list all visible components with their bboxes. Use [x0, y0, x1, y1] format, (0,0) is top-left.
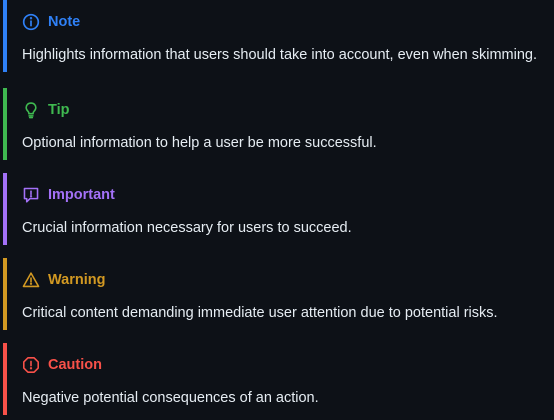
alert-body-tip: Optional information to help a user be m… [22, 135, 377, 151]
alert-tip: Tip Optional information to help a user … [3, 88, 554, 160]
alert-note: Note Highlights information that users s… [3, 0, 554, 72]
alert-title-label: Caution [48, 357, 102, 373]
alert-body-caution: Negative potential consequences of an ac… [22, 390, 319, 406]
alert-title-label: Important [48, 187, 115, 203]
alert-body-important: Crucial information necessary for users … [22, 220, 352, 236]
alert-important: Important Crucial information necessary … [3, 173, 554, 245]
alert-body-note: Highlights information that users should… [22, 47, 538, 63]
lightbulb-icon [22, 101, 40, 119]
stop-icon [22, 356, 40, 374]
alert-title-tip: Tip [22, 98, 69, 122]
alert-body-warning: Critical content demanding immediate use… [22, 305, 498, 321]
alert-title-label: Tip [48, 102, 70, 118]
alert-title-note: Note [22, 10, 80, 34]
alerts-container: Note Highlights information that users s… [0, 0, 554, 420]
alert-title-important: Important [22, 183, 115, 207]
alert-caution: Caution Negative potential consequences … [3, 343, 554, 415]
alert-warning: Warning Critical content demanding immed… [3, 258, 554, 330]
info-circle-icon [22, 13, 40, 31]
alert-title-label: Note [48, 14, 81, 30]
alert-title-warning: Warning [22, 268, 105, 292]
report-icon [22, 186, 40, 204]
alert-title-caution: Caution [22, 353, 102, 377]
alert-title-label: Warning [48, 272, 106, 288]
alert-triangle-icon [22, 271, 40, 289]
